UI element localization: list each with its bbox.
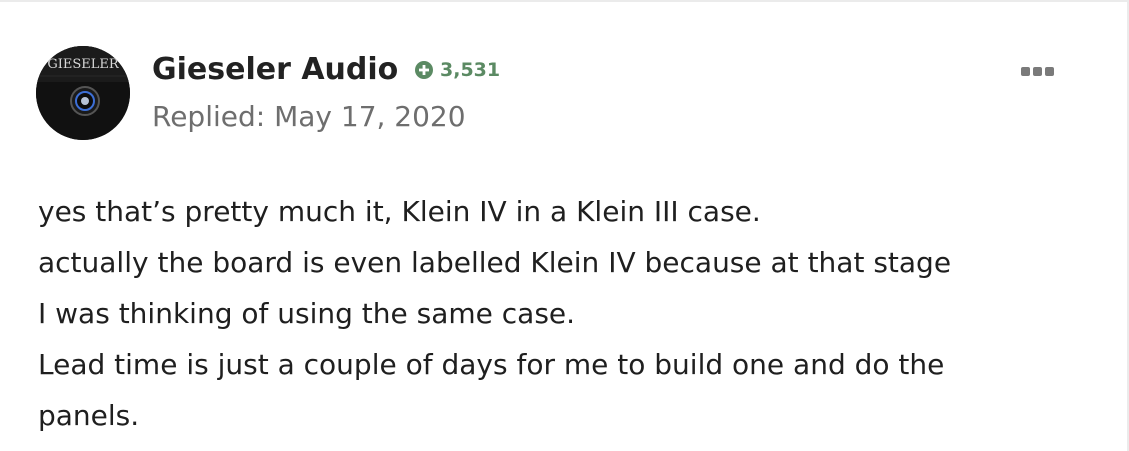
- more-options-icon: [1044, 66, 1054, 76]
- post-line: panels.: [38, 399, 140, 432]
- post-line: actually the board is even labelled Klei…: [38, 246, 952, 279]
- reputation-count: 3,531: [440, 59, 501, 81]
- plus-circle-icon: [415, 61, 433, 79]
- more-options-icon: [1020, 66, 1030, 76]
- reputation-badge[interactable]: 3,531: [414, 58, 500, 82]
- author-name[interactable]: Gieseler Audio: [152, 51, 398, 89]
- avatar[interactable]: GIESELER: [36, 46, 130, 140]
- post-line: yes that’s pretty much it, Klein IV in a…: [38, 195, 761, 228]
- more-options-button[interactable]: [1016, 60, 1058, 82]
- post-content: yes that’s pretty much it, Klein IV in a…: [38, 186, 1098, 441]
- post-line: Lead time is just a couple of days for m…: [38, 348, 945, 381]
- post-card: GIESELER Gieseler Audio 3,531 Replied: M…: [0, 0, 1129, 451]
- avatar-image: GIESELER: [36, 46, 130, 140]
- more-options-icon: [1032, 66, 1042, 76]
- post-line: I was thinking of using the same case.: [38, 297, 576, 330]
- avatar-logo-text: GIESELER: [47, 57, 120, 72]
- reply-date: Replied: May 17, 2020: [152, 100, 466, 133]
